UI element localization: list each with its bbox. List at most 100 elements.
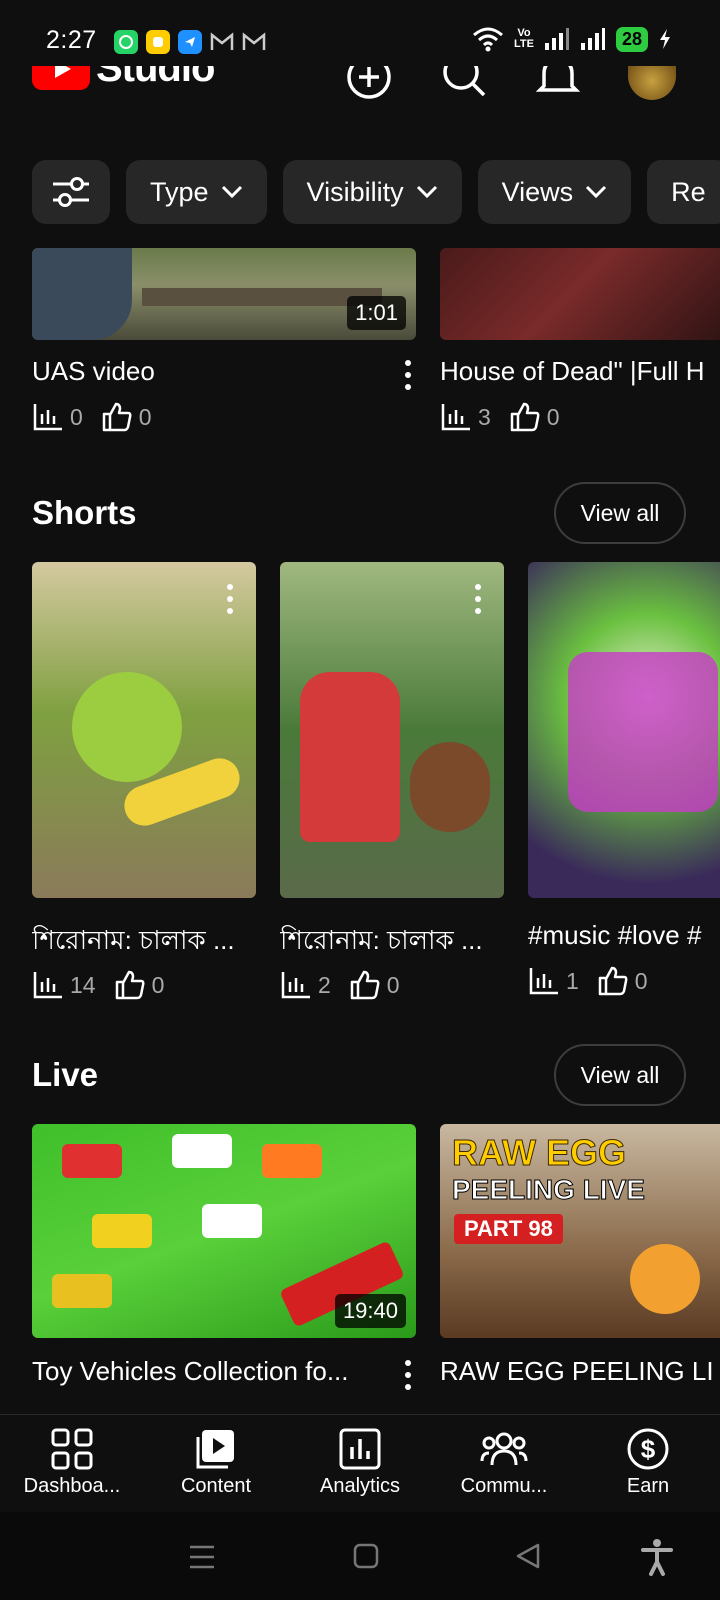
wifi-icon	[473, 27, 503, 52]
short-thumbnail[interactable]	[32, 562, 256, 898]
back-icon[interactable]	[514, 1542, 542, 1570]
view-count: 1	[566, 967, 579, 994]
shorts-view-all-button[interactable]: View all	[554, 482, 686, 544]
nav-label: Analytics	[319, 1475, 401, 1497]
like-count: 0	[151, 971, 165, 998]
more-options-button[interactable]	[404, 1360, 412, 1390]
channel-avatar[interactable]	[628, 66, 676, 100]
more-options-button[interactable]	[226, 584, 234, 614]
nav-earn[interactable]: $ Earn	[576, 1415, 720, 1512]
signal-icon	[580, 28, 605, 50]
volte-indicator: Vo LTE	[514, 27, 534, 50]
charging-icon	[660, 29, 670, 49]
short-stats: 1 0	[528, 966, 660, 996]
notifications-icon[interactable]	[536, 66, 580, 104]
nav-content[interactable]: Content	[144, 1415, 288, 1512]
view-count: 14	[70, 971, 96, 998]
more-options-button[interactable]	[404, 360, 412, 390]
filter-chip-more[interactable]: Re	[647, 160, 720, 224]
thumbnail-shape	[202, 1204, 262, 1238]
thumbnail-shape	[52, 1274, 112, 1308]
live-view-all-button[interactable]: View all	[554, 1044, 686, 1106]
analytics-bars-icon	[33, 404, 62, 431]
gmail-icon	[242, 30, 266, 54]
chip-label: Views	[501, 176, 574, 207]
community-icon	[480, 1432, 528, 1466]
earn-icon: $	[627, 1428, 669, 1470]
thumbnail-text: PART 98	[454, 1214, 563, 1244]
short-title[interactable]: শিরোনাম: চালাক ...	[32, 920, 264, 964]
filter-chip-visibility[interactable]: Visibility	[282, 160, 462, 224]
filter-chip-views[interactable]: Views	[477, 160, 632, 224]
video-thumbnail[interactable]: 1:01	[32, 248, 416, 340]
youtube-play-icon	[32, 66, 90, 90]
home-icon[interactable]	[352, 1542, 380, 1570]
nav-label: Content	[180, 1475, 252, 1497]
sliders-icon	[53, 177, 89, 207]
view-count: 3	[478, 403, 491, 430]
analytics-icon	[339, 1428, 381, 1470]
chip-label: Re	[671, 176, 706, 207]
live-title[interactable]: Toy Vehicles Collection fo...	[32, 1356, 382, 1387]
video-title[interactable]: House of Dead" |Full H	[440, 356, 720, 387]
create-icon[interactable]	[346, 66, 392, 104]
system-navigation-bar	[0, 1512, 720, 1600]
thumbnail-text: RAW EGG	[451, 1132, 627, 1174]
recent-apps-icon[interactable]	[188, 1544, 216, 1570]
thumbs-up-icon	[598, 966, 628, 996]
live-thumbnail[interactable]: RAW EGG PEELING LIVE PART 98	[440, 1124, 720, 1338]
thumbnail-shape	[62, 1144, 122, 1178]
short-stats: 14 0	[32, 970, 176, 1000]
video-thumbnail[interactable]	[440, 248, 720, 340]
nav-label: Earn	[626, 1475, 670, 1497]
view-count: 2	[318, 971, 331, 998]
chip-label: Visibility	[306, 176, 404, 207]
analytics-bars-icon	[33, 972, 62, 999]
nav-dashboard[interactable]: Dashboa...	[0, 1415, 144, 1512]
nav-community[interactable]: Commu...	[432, 1415, 576, 1512]
content-icon	[196, 1430, 234, 1469]
thumbnail-shape	[142, 288, 382, 306]
dashboard-icon	[51, 1428, 93, 1470]
thumbs-up-icon	[510, 402, 540, 432]
thumbnail-shape	[172, 1134, 232, 1168]
filter-settings-button[interactable]	[32, 160, 110, 224]
chevron-down-icon	[586, 185, 607, 199]
like-count: 0	[386, 971, 400, 998]
shorts-section-title: Shorts	[32, 494, 137, 531]
live-title[interactable]: RAW EGG PEELING LI	[440, 1356, 720, 1387]
studio-logo[interactable]: Studio	[32, 66, 215, 91]
analytics-bars-icon	[281, 972, 310, 999]
video-stats: 3 0	[440, 402, 572, 432]
video-stats: 0 0	[32, 402, 164, 432]
short-thumbnail[interactable]	[528, 562, 720, 898]
filter-chip-type[interactable]: Type	[126, 160, 267, 224]
like-count: 0	[634, 967, 648, 994]
view-count: 0	[70, 403, 83, 430]
nav-analytics[interactable]: Analytics	[288, 1415, 432, 1512]
thumbs-up-icon	[115, 970, 145, 1000]
short-thumbnail[interactable]	[280, 562, 504, 898]
live-thumbnail[interactable]: 19:40	[32, 1124, 416, 1338]
svg-text:$: $	[641, 1434, 656, 1464]
thumbnail-shape	[32, 248, 132, 340]
short-title[interactable]: #music #love #	[528, 920, 720, 951]
whatsapp-icon	[114, 30, 138, 54]
thumbnail-text: PEELING LIVE	[452, 1174, 646, 1206]
filter-chips: Type Visibility Views Re	[32, 160, 720, 224]
thumbnail-shape	[72, 672, 182, 782]
thumbnail-shape	[262, 1144, 322, 1178]
chevron-down-icon	[416, 185, 437, 199]
like-count: 0	[138, 403, 152, 430]
gmail-icon	[210, 30, 234, 54]
video-duration: 19:40	[334, 1294, 406, 1328]
accessibility-icon[interactable]	[640, 1538, 674, 1576]
logo-text: Studio	[96, 66, 215, 90]
thumbnail-shape	[410, 742, 490, 832]
search-icon[interactable]	[440, 66, 488, 104]
telegram-icon	[178, 30, 202, 54]
video-title[interactable]: UAS video	[32, 356, 372, 387]
more-options-button[interactable]	[474, 584, 482, 614]
short-title[interactable]: শিরোনাম: চালাক ...	[280, 920, 512, 964]
analytics-bars-icon	[441, 404, 470, 431]
